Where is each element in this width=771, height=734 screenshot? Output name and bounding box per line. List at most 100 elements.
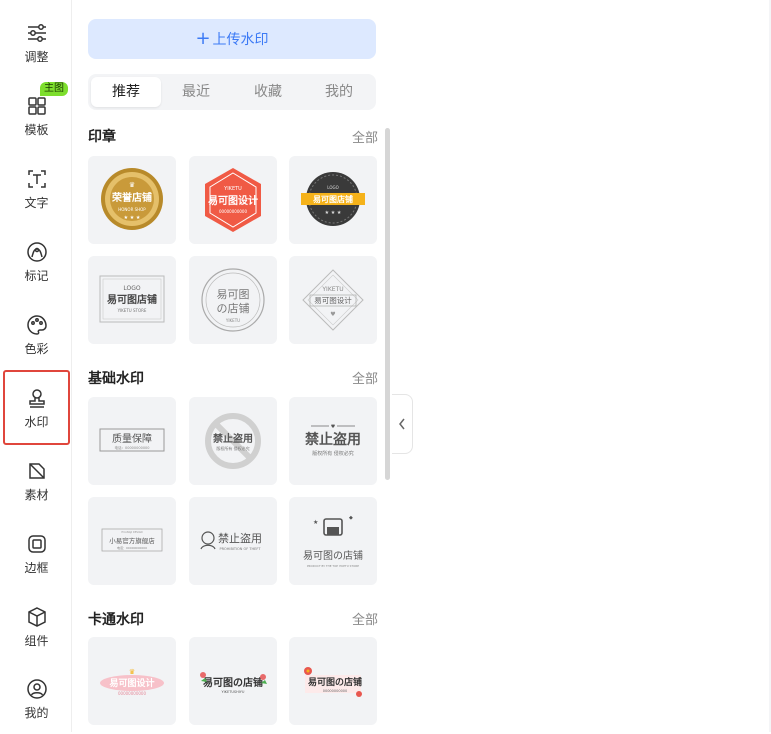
card-text: 禁止盗用 xyxy=(212,432,253,445)
svg-text:◆: ◆ xyxy=(349,515,353,521)
text-icon xyxy=(27,169,46,188)
card-subtext: HONOR SHOP xyxy=(118,207,146,212)
tab-mine[interactable]: 我的 xyxy=(304,77,374,107)
watermark-card[interactable]: HUANGJI DESIGN 小易官方旗舰店 电话：00000000000 xyxy=(88,497,176,585)
card-subtext: 电话：00000000000 xyxy=(115,445,150,450)
card-top-text: YIKETU xyxy=(321,286,343,293)
rail-label: 调整 xyxy=(24,49,49,64)
watermark-card[interactable]: 易可图店铺 LOGO ★ ★ ★ xyxy=(289,156,377,244)
card-text: 易可图の店铺 xyxy=(203,676,263,689)
card-subtext: 00000000000 xyxy=(118,691,146,696)
watermark-card[interactable]: YIKETU 易可图设计 ♥ xyxy=(289,256,377,344)
card-top-text: HUANGJI DESIGN xyxy=(121,530,142,534)
card-subtext: YIKETUSHIYU xyxy=(222,690,245,694)
watermark-card[interactable]: 荣誉店铺 HONOR SHOP ♛ ★ ★ ★ xyxy=(88,156,176,244)
upload-watermark-button[interactable]: + 上传水印 xyxy=(88,19,376,59)
watermark-card[interactable]: YIKETU 易可图设计 00000000000 xyxy=(189,156,277,244)
watermark-card[interactable]: 禁止盗用 版权所有 侵权必究 xyxy=(189,397,277,485)
card-text: 易可图店铺 xyxy=(313,194,353,204)
svg-text:♥: ♥ xyxy=(330,311,335,318)
template-badge: 主图 xyxy=(40,82,68,96)
card-text: 禁止盗用 xyxy=(218,532,262,545)
watermark-card[interactable]: LOGO 易可图店铺 YIKETU STORE xyxy=(88,256,176,344)
card-text: 易可图 xyxy=(217,288,250,301)
tab-recent[interactable]: 最近 xyxy=(161,77,231,107)
card-text: 易可图设计 xyxy=(208,194,258,207)
rail-label: 标记 xyxy=(24,268,49,283)
rail-item-mine[interactable]: 我的 xyxy=(3,662,70,734)
card-text: 荣誉店铺 xyxy=(111,191,152,204)
upload-label: 上传水印 xyxy=(212,32,269,48)
svg-text:♥: ♥ xyxy=(331,424,336,430)
watermark-card[interactable]: ★ ◆ 易可图の店铺 PRODUCT BY THE TOP YIKETU STO… xyxy=(289,497,377,585)
watermark-panel: + 上传水印 推荐 最近 收藏 我的 印章 全部 荣誉店铺 HONOR SHOP… xyxy=(72,0,392,732)
card-subtext: YIKETU xyxy=(225,318,240,323)
template-icon xyxy=(27,96,46,115)
watermark-card[interactable]: 质量保障 电话：00000000000 xyxy=(88,397,176,485)
card-top-text: LOGO xyxy=(327,185,338,190)
plus-icon: + xyxy=(195,28,211,49)
section-title-basic: 基础水印 xyxy=(88,371,144,387)
rail-item-border[interactable]: 边框 xyxy=(3,517,70,589)
card-subtext: 00000000000 xyxy=(219,209,247,214)
rail-item-adjust[interactable]: 调整 xyxy=(3,6,70,78)
card-text: 质量保障 xyxy=(112,432,152,445)
sliders-icon xyxy=(27,23,46,42)
watermark-card[interactable]: 易可图 の店铺 YIKETU xyxy=(189,256,277,344)
card-subtext: 电话：00000000000 xyxy=(117,545,147,550)
section-all-basic[interactable]: 全部 xyxy=(352,368,378,387)
watermark-tabs: 推荐 最近 收藏 我的 xyxy=(88,74,376,110)
rail-label: 边框 xyxy=(24,560,49,575)
watermark-card[interactable]: 易可图の店铺 00000000000 xyxy=(289,637,377,725)
card-text: 小易官方旗舰店 xyxy=(109,536,155,545)
watermark-card[interactable]: ♛ 易可图设计 00000000000 xyxy=(88,637,176,725)
card-subtext: YIKETU STORE xyxy=(117,308,147,313)
svg-text:★ ★ ★: ★ ★ ★ xyxy=(124,215,141,221)
card-text-2: の店铺 xyxy=(217,301,250,315)
svg-text:★: ★ xyxy=(313,519,318,526)
card-text: 易可图店铺 xyxy=(107,293,157,306)
section-all-cartoon[interactable]: 全部 xyxy=(352,609,378,628)
rail-label: 文字 xyxy=(24,195,49,210)
watermark-card[interactable]: 禁止盗用 PROHIBITION OF THEFT xyxy=(189,497,277,585)
collapse-panel-button[interactable] xyxy=(392,394,413,454)
stamp-icon xyxy=(28,389,45,408)
component-icon xyxy=(27,606,46,627)
rail-item-text[interactable]: 文字 xyxy=(3,152,70,224)
canvas-paper xyxy=(393,0,769,732)
svg-text:♛: ♛ xyxy=(129,668,135,676)
card-text: 禁止盗用 xyxy=(305,431,361,448)
tab-favorites[interactable]: 收藏 xyxy=(233,77,303,107)
material-icon xyxy=(28,462,45,479)
tab-recommended[interactable]: 推荐 xyxy=(91,77,161,107)
rail-item-component[interactable]: 组件 xyxy=(3,590,70,662)
user-icon xyxy=(26,678,47,699)
canvas-area xyxy=(393,0,771,732)
svg-text:♛: ♛ xyxy=(129,181,135,189)
card-text: 易可图の店铺 xyxy=(303,549,363,562)
section-title-seal: 印章 xyxy=(88,129,116,145)
rail-item-material[interactable]: 素材 xyxy=(3,444,70,516)
card-subtext: 版权所有 侵权必究 xyxy=(216,445,249,451)
card-text: 易可图设计 xyxy=(109,677,154,689)
card-top-text: LOGO xyxy=(123,285,141,292)
card-subtext: PRODUCT BY THE TOP YIKETU STORE xyxy=(307,564,359,568)
card-subtext: PROHIBITION OF THEFT xyxy=(219,547,261,551)
border-icon xyxy=(27,534,46,553)
svg-text:★ ★ ★: ★ ★ ★ xyxy=(325,210,342,216)
card-text: 易可图の店铺 xyxy=(308,676,362,688)
rail-item-marker[interactable]: 标记 xyxy=(3,225,70,297)
rail-label: 色彩 xyxy=(24,341,49,356)
rail-label: 模板 xyxy=(24,122,49,137)
watermark-card[interactable]: 易可图の店铺 YIKETUSHIYU xyxy=(189,637,277,725)
watermark-card[interactable]: ♥ 禁止盗用 版权所有 侵权必究 xyxy=(289,397,377,485)
section-all-seal[interactable]: 全部 xyxy=(352,127,378,146)
palette-icon xyxy=(26,314,47,335)
rail-item-color[interactable]: 色彩 xyxy=(3,298,70,370)
marker-icon xyxy=(26,241,47,262)
panel-scrollbar[interactable] xyxy=(385,128,390,480)
rail-label: 我的 xyxy=(24,705,49,720)
rail-label: 组件 xyxy=(24,633,49,648)
rail-item-watermark[interactable]: 水印 xyxy=(3,370,70,445)
chevron-left-icon xyxy=(399,418,405,430)
